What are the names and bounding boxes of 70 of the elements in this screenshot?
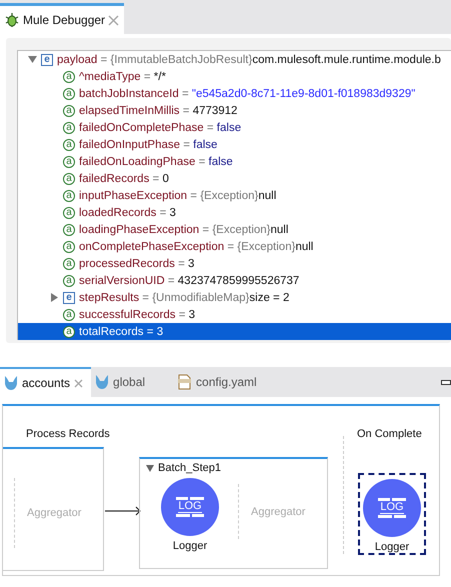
variable-row[interactable]: a loadedRecords = 3 [17,204,451,221]
close-icon[interactable] [74,378,84,388]
variable-text: payload = {ImmutableBatchJobResult}com.mulesoft.mule.runtime.module.b [57,54,441,66]
editor-tab[interactable]: accounts [0,367,92,397]
variable-row[interactable]: e payload = {ImmutableBatchJobResult}com.mulesoft.mule.runtime.module.b [17,50,451,68]
variable-row[interactable]: e stepResults = {UnmodifiableMap}size = 2 [17,289,451,306]
variable-text: batchJobInstanceId = "e545a2d0-8c71-11e9-8d01-f018983d9329" [79,88,416,100]
attribute-icon: a [63,224,75,236]
variable-text: failedOnInputPhase = false [79,138,218,150]
attribute-icon: a [63,70,75,82]
variable-row[interactable]: a processedRecords = 3 [17,255,451,272]
editor-tab[interactable]: config.yaml [173,367,265,397]
variable-row[interactable]: a ^mediaType = */* [17,68,451,85]
mule-icon [4,375,18,391]
triangle-icon[interactable] [50,293,59,302]
variable-text: successfulRecords = 3 [79,308,196,320]
bug-icon [4,12,20,28]
variable-text: loadingPhaseException = {Exception}null [79,224,288,236]
variable-row[interactable]: a onCompletePhaseException = {Exception}null [17,238,451,255]
section-title: On Complete [357,428,422,440]
logger-component[interactable]: LOG Logger [358,473,426,555]
variable-text: inputPhaseException = {Exception}null [79,190,276,202]
variable-text: loadedRecords = 3 [79,206,176,218]
attribute-icon: a [63,258,75,270]
variable-row[interactable]: a failedOnLoadingPhase = false [17,153,451,170]
variable-text: stepResults = {UnmodifiableMap}size = 2 [79,292,290,304]
variable-row[interactable]: a batchJobInstanceId = "e545a2d0-8c71-11e9-8d01-f018983d9329" [17,85,451,102]
variable-row[interactable]: a inputPhaseException = {Exception}null [17,187,451,204]
attribute-icon: a [63,240,75,252]
attribute-icon: a [63,122,75,134]
attribute-icon: a [63,206,75,218]
triangle-icon[interactable] [146,465,154,472]
entity-icon: e [41,54,53,66]
attribute-icon: a [63,88,75,100]
variable-row[interactable]: a serialVersionUID = 4323747859995526737 [17,272,451,289]
editor-tab[interactable]: global [91,367,174,397]
variable-row[interactable]: a elapsedTimeInMillis = 4773912 [17,102,451,119]
variable-text: elapsedTimeInMillis = 4773912 [79,104,238,116]
variable-text: failedOnCompletePhase = false [79,122,242,134]
variable-row[interactable]: a successfulRecords = 3 [17,306,451,323]
attribute-icon: a [63,326,75,338]
triangle-icon[interactable] [28,55,37,64]
arrow [105,506,141,516]
variable-text: ^mediaType = */* [79,70,166,82]
variable-row[interactable]: a failedOnInputPhase = false [17,136,451,153]
variable-text: onCompletePhaseException = {Exception}null [79,240,314,252]
variable-text: processedRecords = 3 [79,258,194,270]
section-title: Process Records [26,428,110,440]
variable-row[interactable]: a totalRecords = 3 [17,323,451,340]
attribute-icon: a [63,308,75,320]
variable-row[interactable]: a loadingPhaseException = {Exception}null [17,221,451,238]
variable-row[interactable]: a failedOnCompletePhase = false [17,119,451,136]
mule-icon [95,374,110,390]
attribute-icon: a [63,172,75,184]
attribute-icon: a [63,190,75,202]
variable-row[interactable]: a failedRecords = 0 [17,170,451,187]
debugger-tab[interactable]: Mule Debugger [0,3,124,34]
attribute-icon: a [63,274,75,286]
attribute-icon: a [63,138,75,150]
variable-text: failedRecords = 0 [79,172,169,184]
entity-icon: e [63,292,75,304]
variable-text: serialVersionUID = 4323747859995526737 [79,274,300,286]
minimize-icon[interactable] [441,380,451,385]
attribute-icon: a [63,156,75,168]
variable-text: totalRecords = 3 [79,326,164,338]
step-title: Batch_Step1 [158,462,221,474]
variable-text: failedOnLoadingPhase = false [79,156,233,168]
close-icon[interactable] [108,14,120,26]
attribute-icon: a [63,104,75,116]
file-icon [177,374,192,390]
